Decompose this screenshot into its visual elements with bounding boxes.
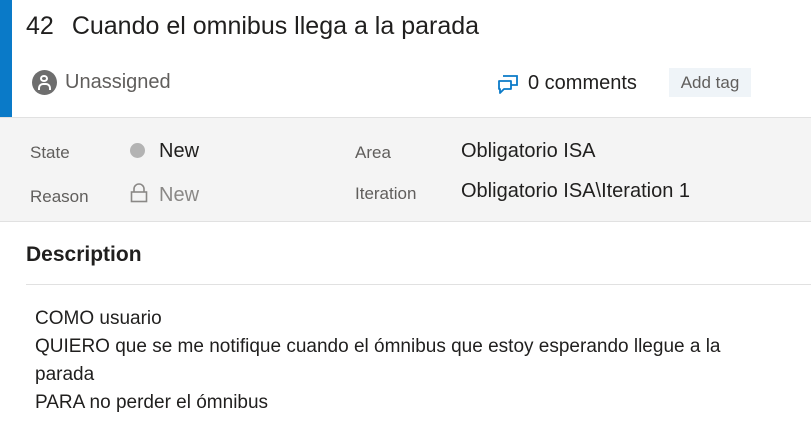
iteration-value[interactable]: Obligatorio ISA\Iteration 1	[461, 180, 690, 203]
state-label: State	[30, 143, 70, 162]
work-item-id: 42	[26, 12, 54, 40]
description-heading: Description	[26, 243, 142, 266]
description-line: COMO usuario	[35, 308, 162, 329]
work-item-header: 42 Cuando el omnibus llega a la parada Un…	[12, 0, 811, 117]
work-item-color-bar	[0, 0, 12, 117]
description-editor[interactable]: COMO usuario QUIERO que se me notifique …	[35, 305, 800, 417]
description-line: parada	[35, 364, 95, 385]
reason-value: New	[159, 184, 200, 206]
reason-label: Reason	[30, 187, 89, 206]
assignee-picker[interactable]: Unassigned	[32, 70, 171, 95]
description-divider	[26, 284, 811, 285]
description-line: PARA no perder el ómnibus	[35, 392, 269, 413]
work-item-title-row[interactable]: 42 Cuando el omnibus llega a la parada	[26, 12, 479, 41]
state-value[interactable]: New	[159, 140, 199, 163]
assignee-label: Unassigned	[65, 71, 171, 93]
comments-link[interactable]: 0 comments	[497, 72, 637, 95]
area-value[interactable]: Obligatorio ISA	[461, 140, 596, 163]
state-dot-icon	[130, 143, 145, 158]
description-line: QUIERO que se me notifique cuando el ómn…	[35, 336, 721, 357]
area-label: Area	[355, 143, 391, 162]
iteration-label: Iteration	[355, 184, 417, 203]
avatar-icon	[32, 70, 57, 95]
work-item-title[interactable]: Cuando el omnibus llega a la parada	[72, 12, 479, 40]
comments-icon	[498, 74, 518, 94]
add-tag-button[interactable]: Add tag	[669, 68, 751, 97]
work-item-fields: State New Reason New Area Obligatorio IS…	[0, 117, 811, 222]
lock-icon	[130, 183, 148, 203]
comments-count: 0 comments	[528, 72, 637, 94]
